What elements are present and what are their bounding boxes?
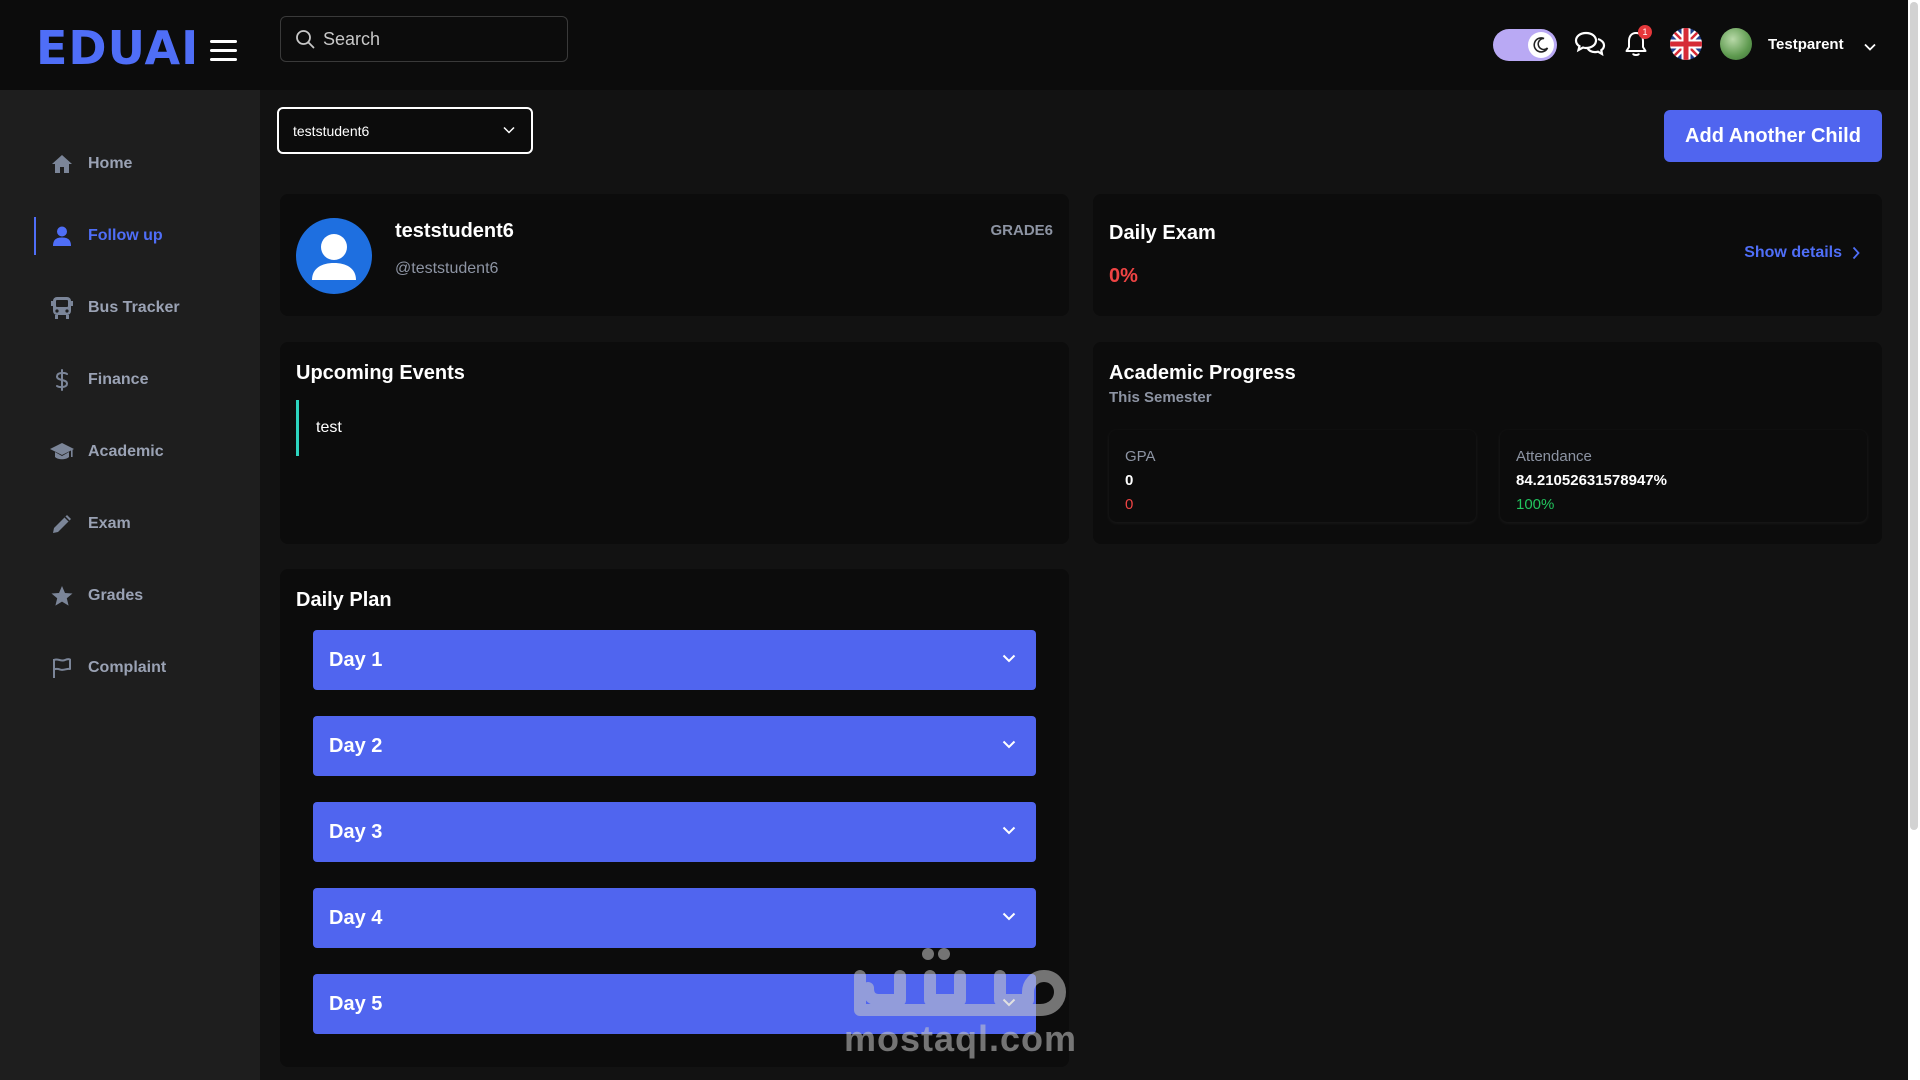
student-grade-badge: GRADE6 [990,222,1053,239]
child-select-value: teststudent6 [293,122,370,139]
gpa-change: 0 [1125,496,1134,513]
chevron-down-icon [1002,740,1016,749]
daily-plan-card: Daily Plan Day 1 Day 2 Day 3 Day 4 Day 5 [280,569,1069,1067]
day-label: Day 4 [329,906,383,929]
day-accordion-3[interactable]: Day 3 [313,802,1036,862]
event-item[interactable]: test [296,400,1036,456]
chevron-down-icon [1002,826,1016,835]
moon-icon [1528,32,1554,58]
chevron-right-icon [1852,246,1860,260]
sidebar-item-follow-up[interactable]: Follow up [0,200,260,272]
chevron-down-icon [503,126,515,134]
day-accordion-4[interactable]: Day 4 [313,888,1036,948]
page-scrollbar[interactable] [1908,0,1920,1080]
day-label: Day 5 [329,992,383,1015]
chevron-down-icon [1002,654,1016,663]
sidebar-item-label: Home [88,155,133,172]
child-select[interactable]: teststudent6 [277,107,533,154]
search-icon [296,30,315,49]
day-label: Day 3 [329,820,383,843]
sidebar-item-bus-tracker[interactable]: Bus Tracker [0,272,260,344]
upcoming-events-card: Upcoming Events test [280,342,1069,544]
dollar-icon [50,368,74,392]
attendance-label: Attendance [1516,448,1592,465]
chevron-down-icon[interactable] [1864,38,1876,56]
sidebar-item-label: Exam [88,515,131,532]
bus-icon [50,296,74,320]
logo-row: EDUAI [0,0,260,90]
attendance-stat: Attendance 84.21052631578947% 100% [1500,430,1867,522]
sidebar-item-label: Finance [88,371,149,388]
academic-progress-card: Academic Progress This Semester GPA 0 0 … [1093,342,1882,544]
day-accordion-1[interactable]: Day 1 [313,630,1036,690]
attendance-change: 100% [1516,496,1555,513]
sidebar: EDUAI Home Follow up Bus Tracker Finance… [0,0,260,1080]
search-input[interactable] [323,28,543,50]
sidebar-item-label: Follow up [88,227,163,244]
day-label: Day 1 [329,648,383,671]
scroll-thumb[interactable] [1910,2,1918,830]
flag-icon [50,656,74,680]
home-icon [50,152,74,176]
sidebar-item-complaint[interactable]: Complaint [0,632,260,704]
chevron-down-icon [1002,998,1016,1007]
daily-exam-card: Daily Exam 0% Show details [1093,194,1882,316]
brand-logo[interactable]: EDUAI [36,22,199,74]
gpa-stat: GPA 0 0 [1109,430,1476,522]
daily-exam-score: 0% [1109,265,1138,287]
daily-exam-title: Daily Exam [1109,222,1216,244]
bell-icon[interactable]: 1 [1624,25,1652,63]
upcoming-events-title: Upcoming Events [296,362,465,384]
day-label: Day 2 [329,734,383,757]
show-details-link[interactable]: Show details [1744,244,1860,262]
pencil-icon [50,512,74,536]
sidebar-item-label: Grades [88,587,144,604]
student-handle: @teststudent6 [395,260,499,277]
event-title: test [316,419,342,436]
sidebar-item-label: Bus Tracker [88,299,180,316]
sidebar-item-home[interactable]: Home [0,128,260,200]
graduation-cap-icon [50,440,74,464]
academic-progress-subtitle: This Semester [1109,389,1212,406]
uk-flag-icon[interactable] [1670,28,1702,60]
gpa-value: 0 [1125,472,1134,489]
add-child-button[interactable]: Add Another Child [1664,110,1882,162]
daily-plan-title: Daily Plan [296,589,392,611]
menu-toggle-icon[interactable] [210,40,237,61]
attendance-value: 84.21052631578947% [1516,472,1667,489]
sidebar-item-grades[interactable]: Grades [0,560,260,632]
sidebar-item-label: Complaint [88,659,167,676]
star-icon [50,584,74,608]
student-avatar-icon [296,218,372,294]
top-bar: 1 Testparent [260,0,1908,90]
notification-badge: 1 [1638,25,1652,39]
student-profile-card: teststudent6 @teststudent6 GRADE6 [280,194,1069,316]
day-accordion-5[interactable]: Day 5 [313,974,1036,1034]
chat-icon[interactable] [1574,30,1606,63]
day-accordion-2[interactable]: Day 2 [313,716,1036,776]
user-icon [50,224,74,248]
academic-progress-title: Academic Progress [1109,362,1296,384]
search-box [280,16,568,62]
sidebar-item-exam[interactable]: Exam [0,488,260,560]
sidebar-nav: Home Follow up Bus Tracker Finance Acade… [0,128,260,704]
chevron-down-icon [1002,912,1016,921]
sidebar-item-academic[interactable]: Academic [0,416,260,488]
sidebar-item-label: Academic [88,443,164,460]
username[interactable]: Testparent [1768,36,1844,53]
sidebar-item-finance[interactable]: Finance [0,344,260,416]
show-details-label: Show details [1744,244,1842,261]
gpa-label: GPA [1125,448,1156,465]
user-avatar[interactable] [1720,28,1752,60]
theme-toggle[interactable] [1493,29,1557,61]
student-name: teststudent6 [395,220,514,242]
